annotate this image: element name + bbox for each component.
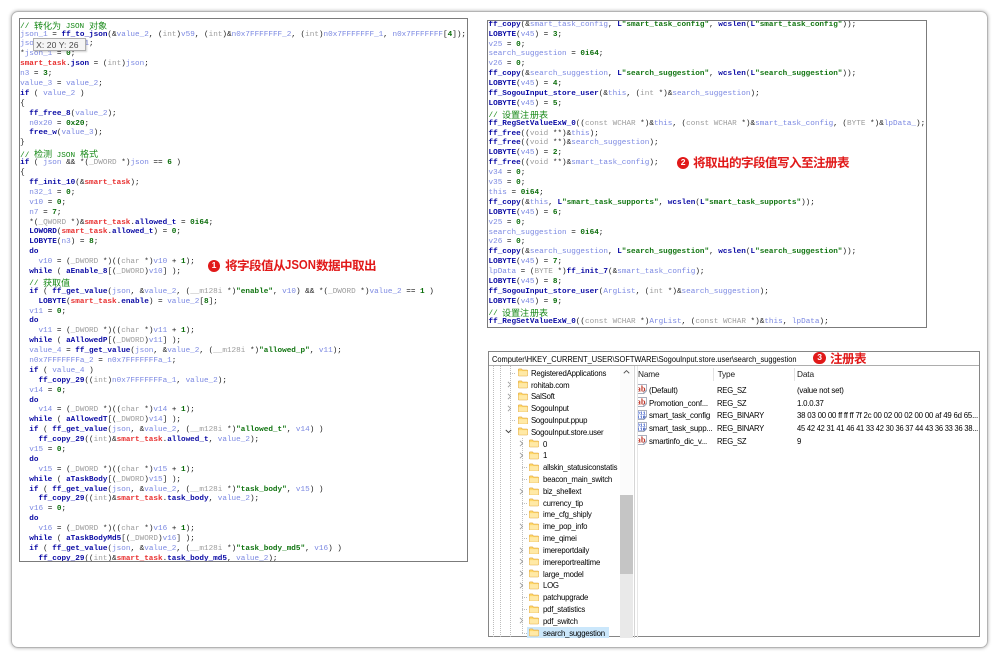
svg-text:ab: ab (638, 385, 646, 394)
svg-text:ab: ab (638, 398, 646, 407)
svg-text:110: 110 (638, 427, 646, 432)
svg-text:ab: ab (638, 435, 646, 444)
svg-text:110: 110 (638, 414, 646, 419)
